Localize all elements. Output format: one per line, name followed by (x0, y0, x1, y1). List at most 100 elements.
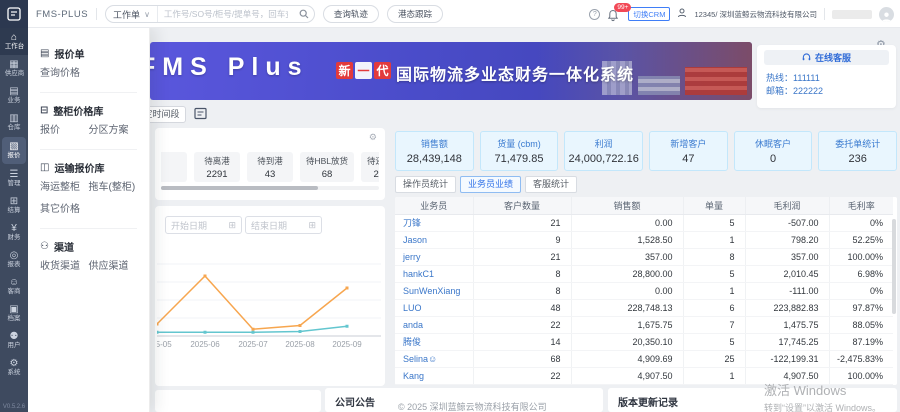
sidebar-item-quote[interactable]: ▧报价 (2, 137, 26, 164)
data-point[interactable] (299, 324, 302, 327)
salesman-name-cell[interactable]: Kang (395, 367, 473, 384)
menu-section-quotation: ▤报价单查询价格 (40, 36, 137, 93)
menu-item[interactable]: 收货渠道 (40, 256, 89, 278)
table-row[interactable]: jerry21357.008357.00100.00% (395, 248, 893, 265)
tab-operator-stats[interactable]: 操作员统计 (395, 176, 456, 193)
main-area: ⚙ FMS Plus 新一代 国际物流多业态财务一体化系统 在线客服 热线：11… (28, 28, 900, 412)
table-row[interactable]: 腾俊1420,350.10517,745.2587.19% (395, 333, 893, 350)
summary-panel-icon[interactable] (194, 107, 207, 125)
status-pill-value: 43 (253, 169, 287, 180)
sidebar-item-finance[interactable]: ¥财务 (0, 219, 28, 246)
sidebar-item-label: 仓库 (8, 124, 21, 131)
salesman-name-cell[interactable]: jerry (395, 248, 473, 265)
sidebar-item-label: 系统 (8, 369, 21, 376)
notification-bell[interactable]: 99+ (607, 6, 621, 22)
sidebar-item-settlement[interactable]: ⊞结算 (0, 192, 28, 219)
warehouse-icon: ▥ (9, 113, 18, 124)
salesman-name-cell[interactable]: 腾俊 (395, 333, 473, 350)
table-cell: 48 (473, 299, 571, 316)
data-point[interactable] (157, 323, 159, 326)
search-icon[interactable] (294, 9, 314, 19)
menu-item[interactable]: 报价 (40, 120, 89, 142)
divider (824, 8, 825, 20)
status-pill[interactable]: 待离港2291 (194, 152, 240, 182)
table-row[interactable]: SunWenXiang80.001-111.000% (395, 282, 893, 299)
sidebar-item-workbench[interactable]: ⌂工作台 (0, 28, 28, 55)
data-point[interactable] (157, 331, 159, 334)
menu-section-items: 查询价格 (40, 63, 137, 85)
table-row[interactable]: hankC1828,800.0052,010.456.98% (395, 265, 893, 282)
salesman-name-cell[interactable]: Selina☺ (395, 350, 473, 367)
menu-item[interactable]: 供应渠道 (89, 256, 138, 278)
salesman-name-cell[interactable]: hankC1 (395, 265, 473, 282)
table-row[interactable]: anda221,675.7571,475.7588.05% (395, 316, 893, 333)
salesman-name-cell[interactable]: Jason (395, 231, 473, 248)
track-query-button[interactable]: 查询轨迹 (323, 5, 379, 23)
table-row[interactable]: Jason91,528.501798.2052.25% (395, 231, 893, 248)
table-column-header: 毛利润 (745, 197, 829, 214)
search-input[interactable] (158, 7, 294, 21)
topbar-left: FMS-PLUS 工作单 ∨ 查询轨迹 港态跟踪 (0, 0, 443, 28)
data-point[interactable] (204, 331, 207, 334)
table-row[interactable]: Selina☺684,909.6925-122,199.31-2,475.83% (395, 350, 893, 367)
menu-item[interactable]: 海运整柜 (40, 177, 89, 199)
help-icon[interactable]: ? (589, 9, 600, 20)
salesman-name-cell[interactable]: SunWenXiang (395, 282, 473, 299)
table-cell: 2,010.45 (745, 265, 829, 282)
horizontal-scrollbar-thumb[interactable] (161, 186, 318, 190)
truck-icon: ◫ (40, 162, 49, 173)
switch-crm-button[interactable]: 切换CRM (628, 7, 670, 21)
start-date-input[interactable]: 开始日期 ⊞ (165, 216, 242, 234)
sidebar-item-supplier[interactable]: ▦供应商 (0, 55, 28, 82)
sidebar-item-report[interactable]: ◎报表 (0, 246, 28, 273)
menu-section-transport-price-lib: ◫运输报价库海运整柜拖车(整柜)其它价格 (40, 150, 137, 229)
table-row[interactable]: LUO48228,748.136223,882.8397.87% (395, 299, 893, 316)
menu-item[interactable]: 分区方案 (89, 120, 138, 142)
online-service-button[interactable]: 在线客服 (764, 50, 889, 65)
table-cell: 0.00 (571, 214, 683, 231)
port-status-button[interactable]: 港态跟踪 (387, 5, 443, 23)
sidebar-item-warehouse[interactable]: ▥仓库 (0, 109, 28, 136)
sidebar: ⌂工作台▦供应商▤业务▥仓库▧报价☰管理⊞结算¥财务◎报表☺客商▣档案⚉用户⚙系… (0, 28, 28, 412)
status-card-gear-icon[interactable]: ⚙ (369, 132, 377, 143)
status-pill[interactable]: 待还空柜2303 (361, 152, 379, 182)
tab-salesman-performance[interactable]: 业务员业绩 (460, 176, 521, 193)
status-pill[interactable]: 待到港43 (247, 152, 293, 182)
sidebar-items: ⌂工作台▦供应商▤业务▥仓库▧报价☰管理⊞结算¥财务◎报表☺客商▣档案⚉用户⚙系… (0, 28, 28, 381)
horizontal-scrollbar (161, 186, 379, 190)
salesman-name-cell[interactable]: LUO (395, 299, 473, 316)
sidebar-item-business[interactable]: ▤业务 (0, 82, 28, 109)
banner-highlight-char: 代 (374, 62, 391, 79)
tab-service-stats[interactable]: 客服统计 (525, 176, 577, 193)
table-row[interactable]: 刀锋210.005-507.000% (395, 214, 893, 231)
sidebar-item-customer[interactable]: ☺客商 (0, 273, 28, 300)
salesman-name-cell[interactable]: anda (395, 316, 473, 333)
vertical-scrollbar-thumb[interactable] (892, 219, 896, 314)
changelog-title: 版本更新记录 (618, 394, 678, 409)
sidebar-item-system[interactable]: ⚙系统 (0, 354, 28, 381)
data-point[interactable] (252, 331, 255, 334)
menu-item[interactable]: 其它价格 (40, 199, 89, 221)
sidebar-item-user[interactable]: ⚉用户 (0, 327, 28, 354)
salesman-name-cell[interactable]: 刀锋 (395, 214, 473, 231)
x-tick-label: 2025-08 (285, 340, 315, 349)
sidebar-item-label: 结算 (8, 207, 21, 214)
scope-select[interactable]: 工作单 ∨ (106, 6, 158, 22)
data-point[interactable] (346, 325, 349, 328)
data-point[interactable] (299, 330, 302, 333)
data-point[interactable] (346, 287, 349, 290)
user-icon: ⚉ (10, 331, 19, 342)
home-icon: ⌂ (11, 32, 17, 43)
sidebar-item-archive[interactable]: ▣档案 (0, 300, 28, 327)
sidebar-item-manage[interactable]: ☰管理 (0, 165, 28, 192)
status-pill[interactable]: 待HBL放货68 (300, 152, 354, 182)
end-date-input[interactable]: 结束日期 ⊞ (245, 216, 322, 234)
status-pills-row: 待离港2291待到港43待HBL放货68待还空柜2303待发送账单2396 (161, 152, 379, 182)
watermark-line1: 激活 Windows (764, 380, 881, 399)
app-logo-icon[interactable] (0, 0, 28, 28)
data-point[interactable] (252, 328, 255, 331)
menu-item[interactable]: 查询价格 (40, 63, 89, 85)
menu-item[interactable]: 拖车(整柜) (89, 177, 138, 199)
data-point[interactable] (204, 275, 207, 278)
avatar[interactable] (879, 7, 894, 22)
